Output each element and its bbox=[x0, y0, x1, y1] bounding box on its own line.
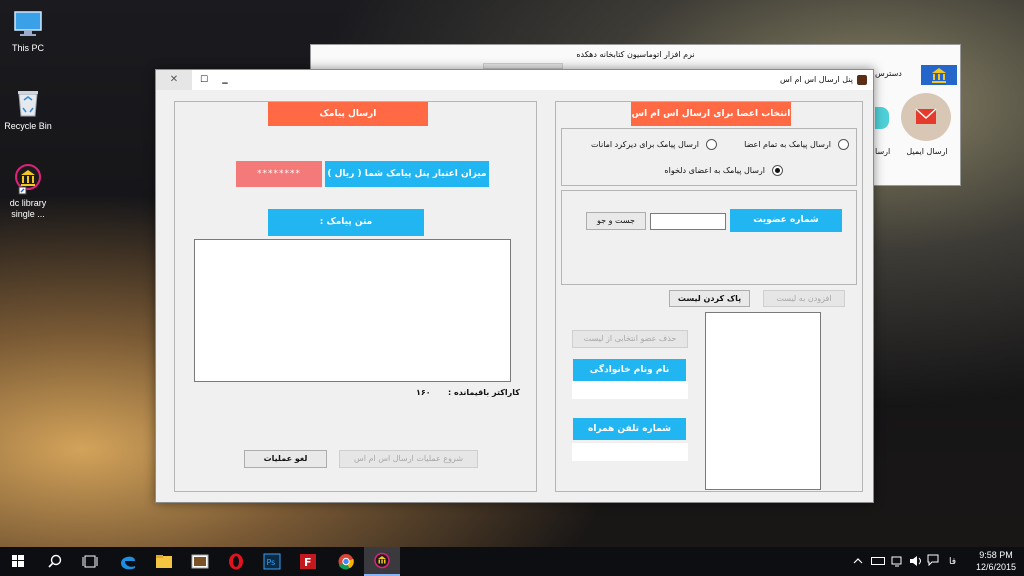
member-search-groupbox: شماره عضویت جست و جو bbox=[561, 190, 857, 285]
selected-members-list[interactable] bbox=[705, 312, 821, 490]
library-app-icon bbox=[374, 552, 390, 569]
start-button[interactable] bbox=[0, 547, 36, 576]
message-label: متن پیامک : bbox=[268, 209, 424, 236]
mobile-label: شماره تلفن همراه bbox=[573, 418, 686, 440]
minimize-icon: ▁ bbox=[222, 76, 228, 84]
photoshop-icon: Ps bbox=[263, 553, 281, 570]
action-center-icon[interactable] bbox=[927, 554, 939, 567]
volume-icon[interactable] bbox=[909, 555, 923, 567]
radio-overdue-loans[interactable] bbox=[706, 139, 717, 150]
edge-icon bbox=[121, 556, 135, 570]
search-button[interactable]: جست و جو bbox=[586, 212, 646, 230]
tile-email-label: ارسال ایمیل bbox=[906, 147, 948, 156]
library-app-title: نرم افزار اتوماسیون کتابخانه دهکده bbox=[576, 50, 695, 59]
library-shortcut-icon bbox=[11, 163, 45, 195]
battery-icon[interactable] bbox=[871, 557, 885, 565]
add-to-list-button[interactable]: افزودن به لیست bbox=[763, 290, 845, 307]
partial-tile-icon bbox=[875, 107, 889, 129]
svg-text:F: F bbox=[304, 556, 312, 569]
start-sending-button[interactable]: شروع عملیات ارسال اس ام اس bbox=[339, 450, 478, 468]
task-view-button[interactable] bbox=[72, 547, 108, 576]
desktop-icon-label: This PC bbox=[11, 43, 44, 53]
cancel-button[interactable]: لغو عملیات bbox=[244, 450, 327, 468]
desktop-icon-label: dc library single ... bbox=[9, 198, 47, 219]
tile-partial-label: ارسا bbox=[875, 147, 891, 156]
back-ribbon-tile-email[interactable]: ارسال ایمیل bbox=[897, 91, 957, 159]
full-name-label: نام ونام خانوادگی bbox=[573, 359, 686, 381]
member-selection-panel: انتخاب اعضا برای ارسال اس ام اس ارسال پی… bbox=[555, 101, 863, 492]
sms-panel-window: ✕ ☐ ▁ پنل ارسال اس ام اس ارسال پیامک ***… bbox=[155, 69, 874, 503]
start-icon bbox=[12, 555, 24, 567]
photoshop-taskbar-button[interactable]: Ps bbox=[254, 547, 290, 576]
sms-window-titlebar: ✕ ☐ ▁ پنل ارسال اس ام اس bbox=[156, 70, 873, 90]
credit-value: ******** bbox=[236, 161, 322, 187]
clock-time[interactable]: 9:58 PM bbox=[971, 550, 1021, 560]
library-building-icon bbox=[932, 68, 946, 83]
member-selection-header: انتخاب اعضا برای ارسال اس ام اس bbox=[631, 102, 791, 126]
library-app-taskbar-button[interactable] bbox=[364, 547, 400, 576]
clear-list-button[interactable]: پاک کردن لیست bbox=[669, 290, 750, 307]
file-explorer-icon bbox=[156, 555, 172, 568]
member-number-label: شماره عضویت bbox=[730, 209, 842, 232]
back-menu-logo bbox=[921, 65, 957, 85]
radio-selected-members-label: ارسال پیامک به اعضای دلخواه bbox=[664, 166, 765, 175]
opera-icon bbox=[229, 553, 243, 570]
radio-all-members-label: ارسال پیامک به تمام اعضا bbox=[744, 140, 831, 149]
window-title: پنل ارسال اس ام اس bbox=[779, 75, 853, 84]
close-button[interactable]: ✕ bbox=[156, 70, 192, 90]
file-explorer-taskbar-button[interactable] bbox=[146, 547, 182, 576]
system-tray: فا 9:58 PM 12/6/2015 bbox=[845, 547, 1024, 576]
back-menu-bar: دسترس bbox=[871, 65, 961, 85]
remaining-chars-label: کاراکتر باقیمانده : bbox=[448, 388, 520, 397]
remaining-chars-value: ۱۶۰ bbox=[416, 388, 431, 397]
network-icon[interactable] bbox=[891, 555, 903, 567]
search-button[interactable] bbox=[37, 547, 73, 576]
clock-date[interactable]: 12/6/2015 bbox=[971, 562, 1021, 572]
full-name-value bbox=[572, 381, 688, 399]
radio-selected-members[interactable] bbox=[772, 165, 783, 176]
desktop-icon-label: Recycle Bin bbox=[4, 121, 52, 131]
language-indicator[interactable]: فا bbox=[949, 556, 956, 567]
minimize-button[interactable]: ▁ bbox=[216, 70, 234, 90]
task-view-icon bbox=[82, 555, 98, 568]
chrome-taskbar-button[interactable] bbox=[328, 547, 364, 576]
mobile-value bbox=[572, 443, 688, 461]
maximize-button[interactable]: ☐ bbox=[194, 70, 214, 90]
back-menu-label[interactable]: دسترس bbox=[875, 69, 902, 78]
send-sms-header: ارسال پیامک bbox=[268, 102, 428, 126]
remove-selected-member-button[interactable]: حذف عضو انتخابی از لیست bbox=[572, 330, 688, 348]
message-textarea[interactable] bbox=[194, 239, 511, 382]
recycle-bin-icon bbox=[11, 86, 45, 118]
computer-icon bbox=[11, 8, 45, 40]
show-hidden-icons-button[interactable] bbox=[853, 556, 863, 566]
sms-app-icon bbox=[857, 75, 867, 85]
chrome-icon bbox=[338, 554, 354, 570]
sms-type-groupbox: ارسال پیامک به تمام اعضا ارسال پیامک برا… bbox=[561, 128, 857, 186]
svg-text:Ps: Ps bbox=[267, 558, 276, 567]
desktop-icon-dc-library[interactable]: dc library single ... bbox=[0, 163, 60, 220]
close-icon: ✕ bbox=[169, 74, 179, 85]
radio-overdue-loans-label: ارسال پیامک برای دیرکرد امانات bbox=[591, 140, 699, 149]
search-icon bbox=[48, 554, 62, 568]
credit-label: میزان اعتبار پنل پیامک شما ( ریال ) bbox=[325, 161, 489, 187]
maximize-icon: ☐ bbox=[199, 75, 209, 85]
picture-viewer-taskbar-button[interactable] bbox=[182, 547, 218, 576]
chevron-up-icon bbox=[853, 558, 863, 564]
edge-taskbar-button[interactable] bbox=[110, 547, 146, 576]
back-ribbon-tile-partial[interactable]: ارسا bbox=[875, 91, 895, 159]
desktop-icon-recycle-bin[interactable]: Recycle Bin bbox=[0, 86, 60, 132]
member-number-input[interactable] bbox=[650, 213, 726, 230]
desktop-icon-this-pc[interactable]: This PC bbox=[0, 8, 60, 54]
radio-all-members[interactable] bbox=[838, 139, 849, 150]
send-sms-panel: ارسال پیامک ******** میزان اعتبار پنل پی… bbox=[174, 101, 537, 492]
picture-viewer-icon bbox=[191, 554, 209, 569]
filezilla-icon: F bbox=[300, 554, 316, 569]
opera-taskbar-button[interactable] bbox=[218, 547, 254, 576]
filezilla-taskbar-button[interactable]: F bbox=[290, 547, 326, 576]
taskbar: Ps F فا 9:58 PM 12/6/2015 bbox=[0, 547, 1024, 576]
email-envelope-icon bbox=[901, 93, 951, 141]
